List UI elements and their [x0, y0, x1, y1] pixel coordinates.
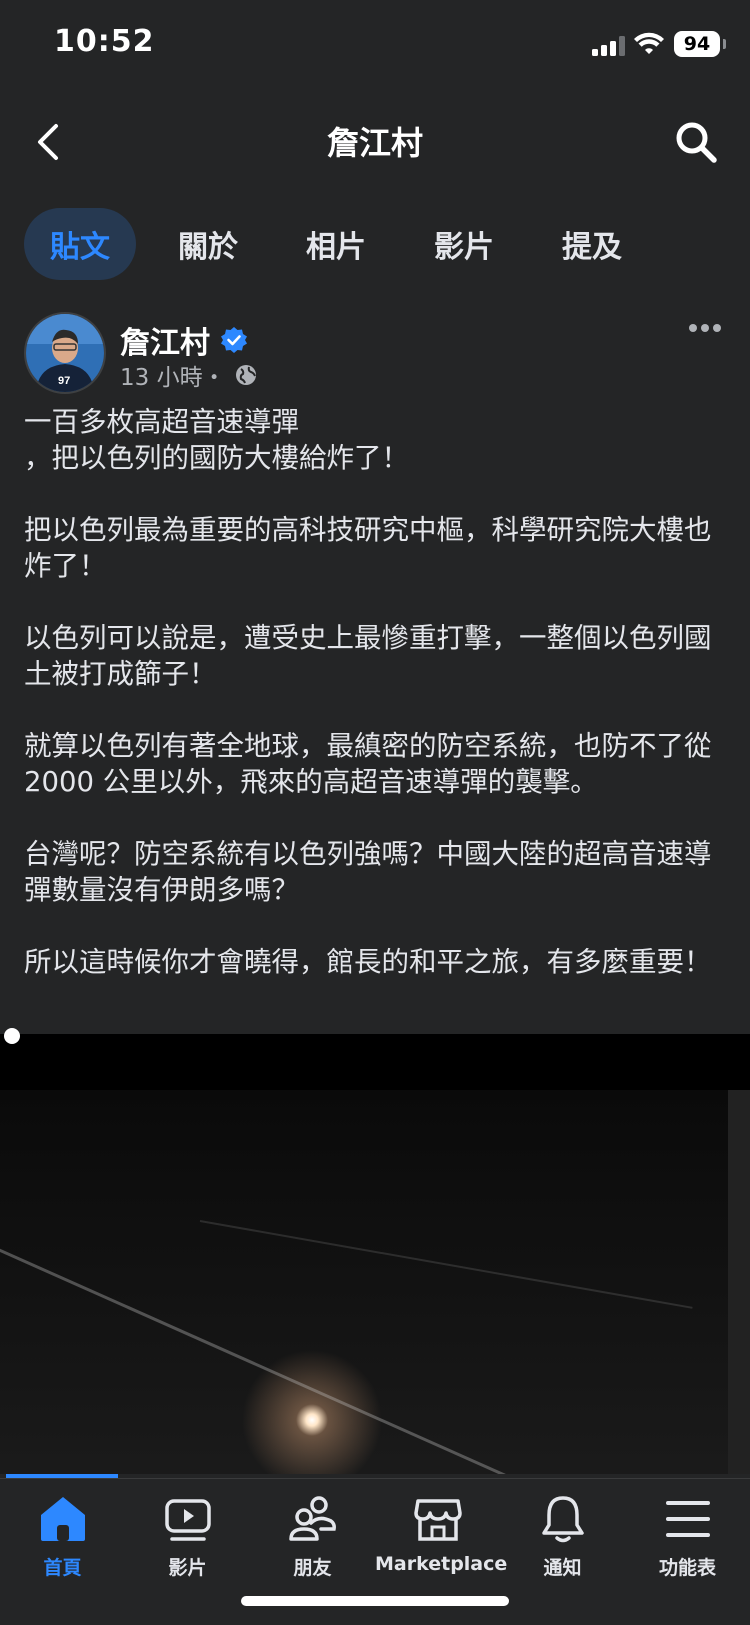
nav-friends[interactable]: 朋友	[250, 1493, 375, 1580]
tab-mentions[interactable]: 提及	[536, 208, 648, 280]
video-edge	[728, 1090, 750, 1474]
friends-icon	[288, 1496, 336, 1541]
nav-notifications[interactable]: 通知	[500, 1493, 625, 1580]
verified-badge-icon	[221, 327, 247, 353]
tab-posts[interactable]: 貼文	[24, 208, 136, 280]
nav-friends-label: 朋友	[293, 1557, 332, 1579]
missile-trail-faint	[199, 1220, 693, 1309]
nav-menu[interactable]: 功能表	[625, 1493, 750, 1580]
video-scrubber-handle[interactable]	[4, 1028, 20, 1044]
tab-photos[interactable]: 相片	[280, 208, 392, 280]
nav-video-label: 影片	[168, 1557, 207, 1579]
nav-home-label: 首頁	[43, 1557, 82, 1579]
nav-marketplace-label: Marketplace	[375, 1553, 508, 1575]
tab-videos[interactable]: 影片	[408, 208, 520, 280]
avatar-shirt-text: 97	[58, 375, 70, 387]
nav-menu-label: 功能表	[658, 1557, 716, 1579]
battery-indicator: 94	[674, 31, 726, 57]
nav-marketplace[interactable]: Marketplace	[375, 1493, 508, 1575]
missile-trail	[0, 1240, 712, 1474]
video-icon	[164, 1499, 211, 1541]
bell-icon	[541, 1496, 584, 1543]
avatar[interactable]: 97	[24, 312, 106, 394]
tab-about[interactable]: 關於	[152, 208, 264, 280]
wifi-icon	[634, 32, 664, 54]
page-title: 詹江村	[326, 124, 423, 162]
home-icon	[40, 1497, 85, 1541]
author-name[interactable]: 詹江村	[120, 318, 210, 362]
nav-home[interactable]: 首頁	[0, 1493, 125, 1580]
profile-tabs: 貼文 關於 相片 影片 提及	[24, 208, 664, 280]
video-frame	[0, 1090, 728, 1474]
status-time: 10:52	[54, 24, 155, 59]
cellular-signal-icon	[592, 36, 625, 56]
menu-icon	[665, 1501, 710, 1537]
nav-video[interactable]: 影片	[125, 1493, 250, 1580]
post-author[interactable]: 詹江村	[120, 318, 248, 362]
home-indicator	[241, 1596, 509, 1606]
search-icon[interactable]	[672, 118, 720, 166]
post-text: 一百多枚高超音速導彈 ，把以色列的國防大樓給炸了！ 把以色列最為重要的高科技研究…	[24, 406, 712, 978]
post-video[interactable]	[0, 1034, 750, 1474]
more-options-icon[interactable]	[688, 322, 722, 334]
nav-notifications-label: 通知	[543, 1557, 582, 1579]
post-time: 13 小時・	[120, 365, 226, 391]
globe-icon	[235, 365, 256, 385]
marketplace-icon	[413, 1499, 462, 1541]
post-meta: 13 小時・	[120, 358, 258, 392]
